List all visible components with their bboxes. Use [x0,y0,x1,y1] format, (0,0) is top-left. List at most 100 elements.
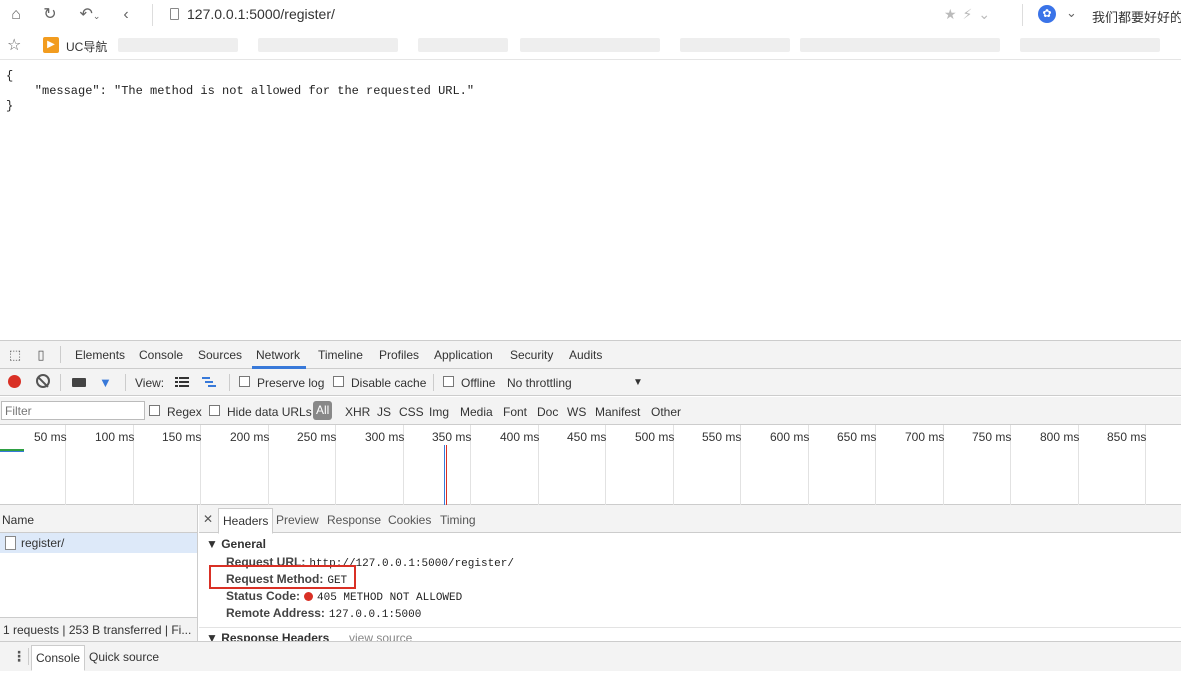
tab-sources[interactable]: Sources [198,348,242,362]
timeline-tick-label: 550 ms [702,430,742,444]
address-bar[interactable]: 127.0.0.1:5000/register/ [187,6,335,22]
tab-response[interactable]: Response [327,513,381,527]
offline-checkbox[interactable] [443,376,454,387]
camera-icon[interactable] [72,378,86,387]
status-code-row: Status Code: 405 METHOD NOT ALLOWED [226,589,462,604]
timeline-tick-label: 750 ms [972,430,1012,444]
general-section-header[interactable]: ▼ General [206,537,266,551]
record-button[interactable] [8,375,21,388]
tab-headers[interactable]: Headers [218,508,274,534]
filter-icon[interactable]: ▼ [99,375,112,390]
status-dot-icon [304,592,314,601]
network-filterbar: Regex Hide data URLs All XHR JS CSS Img … [0,397,1181,425]
tab-elements[interactable]: Elements [75,348,125,362]
back-icon[interactable]: ‹ [116,5,136,25]
timeline-tick-label: 450 ms [567,430,607,444]
tab-profiles[interactable]: Profiles [379,348,419,362]
timeline-tick-label: 250 ms [297,430,337,444]
json-close: } [6,99,14,113]
chevron-down-icon[interactable]: ⌄ [1066,5,1077,21]
network-overview-timeline[interactable]: 50 ms 100 ms 150 ms 200 ms 250 ms 300 ms 350 m… [0,425,1181,505]
divider [433,374,434,391]
list-view-icon[interactable] [175,377,189,388]
filter-other[interactable]: Other [651,405,681,419]
response-headers-section[interactable]: ▼ Response Headers [206,631,329,641]
reload-icon[interactable]: ↻ [40,5,60,25]
filter-all-button[interactable]: All [313,401,333,420]
dropdown-arrow-icon[interactable]: ▼ [633,377,643,388]
drawer-tab-console[interactable]: Console [31,645,86,671]
filter-img[interactable]: Img [429,405,449,419]
tab-security[interactable]: Security [510,348,553,362]
timeline-tick-label: 300 ms [365,430,405,444]
bookmark-star-icon[interactable]: ☆ [7,35,21,55]
paw-icon[interactable]: ✿ [1038,5,1056,23]
blurred-bookmark [800,38,1000,52]
drawer-tab-quick-source[interactable]: Quick source [89,650,159,664]
tab-timing[interactable]: Timing [440,513,476,527]
name-column-header[interactable]: Name [0,505,197,533]
drawer-content [0,671,1181,682]
user-label[interactable]: 我们都要好好的 [1092,7,1181,26]
filter-font[interactable]: Font [503,405,527,419]
timeline-tick-label: 50 ms [34,430,67,444]
divider [60,374,61,391]
blurred-bookmark [258,38,398,52]
request-detail-pane: ✕ Headers Preview Response Cookies Timin… [199,505,1181,641]
request-name: register/ [21,536,65,550]
load-marker [446,445,447,505]
document-icon [5,536,16,550]
inspect-icon[interactable]: ⬚ [7,347,23,363]
preserve-log-checkbox[interactable] [239,376,250,387]
filter-doc[interactable]: Doc [537,405,558,419]
devtools-panel: ⬚ ▯ Elements Console Sources Network Tim… [0,340,1181,682]
star-icon[interactable]: ★⚡⌄ [944,6,996,23]
preserve-log-label: Preserve log [257,376,325,390]
blurred-bookmark [1020,38,1160,52]
blurred-bookmark [418,38,508,52]
remote-address-row: Remote Address: 127.0.0.1:5000 [226,606,421,621]
tab-preview[interactable]: Preview [276,513,319,527]
tab-application[interactable]: Application [434,348,493,362]
filter-js[interactable]: JS [377,405,391,419]
divider [152,4,153,26]
timeline-tick-label: 700 ms [905,430,945,444]
filter-ws[interactable]: WS [567,405,586,419]
bookmark-uc[interactable]: UC导航 [66,38,107,55]
dom-content-loaded-marker [444,445,445,505]
filter-manifest[interactable]: Manifest [595,405,640,419]
timeline-tick-label: 200 ms [230,430,270,444]
view-source-link[interactable]: view source [349,631,412,641]
divider [1022,4,1023,26]
close-icon[interactable]: ✕ [203,512,213,526]
divider [60,346,61,363]
regex-checkbox[interactable] [149,405,160,416]
tab-audits[interactable]: Audits [569,348,602,362]
tab-timeline[interactable]: Timeline [318,348,363,362]
timeline-tick-label: 150 ms [162,430,202,444]
filter-css[interactable]: CSS [399,405,424,419]
filter-xhr[interactable]: XHR [345,405,370,419]
tab-cookies[interactable]: Cookies [388,513,431,527]
home-icon[interactable]: ⌂ [6,5,26,25]
timeline-tick-label: 850 ms [1107,430,1147,444]
table-row[interactable]: register/ [0,533,197,553]
json-open: { [6,69,14,83]
filter-media[interactable]: Media [460,405,493,419]
more-icon[interactable]: ⋮ [12,648,26,665]
device-icon[interactable]: ▯ [33,347,49,363]
disable-cache-checkbox[interactable] [333,376,344,387]
timeline-tick-label: 350 ms [432,430,472,444]
waterfall-view-icon[interactable] [202,377,216,388]
undo-icon[interactable]: ↶⌄ [76,5,104,25]
filter-input[interactable] [1,401,145,420]
summary-status: 1 requests | 253 B transferred | Fi... [0,617,197,641]
clear-icon[interactable] [36,374,50,388]
throttling-select[interactable]: No throttling [507,376,572,390]
status-code-key: Status Code: [226,589,301,603]
hide-data-urls-checkbox[interactable] [209,405,220,416]
timeline-tick-label: 800 ms [1040,430,1080,444]
tab-network[interactable]: Network [256,348,300,362]
tab-console[interactable]: Console [139,348,183,362]
divider [199,627,1181,628]
